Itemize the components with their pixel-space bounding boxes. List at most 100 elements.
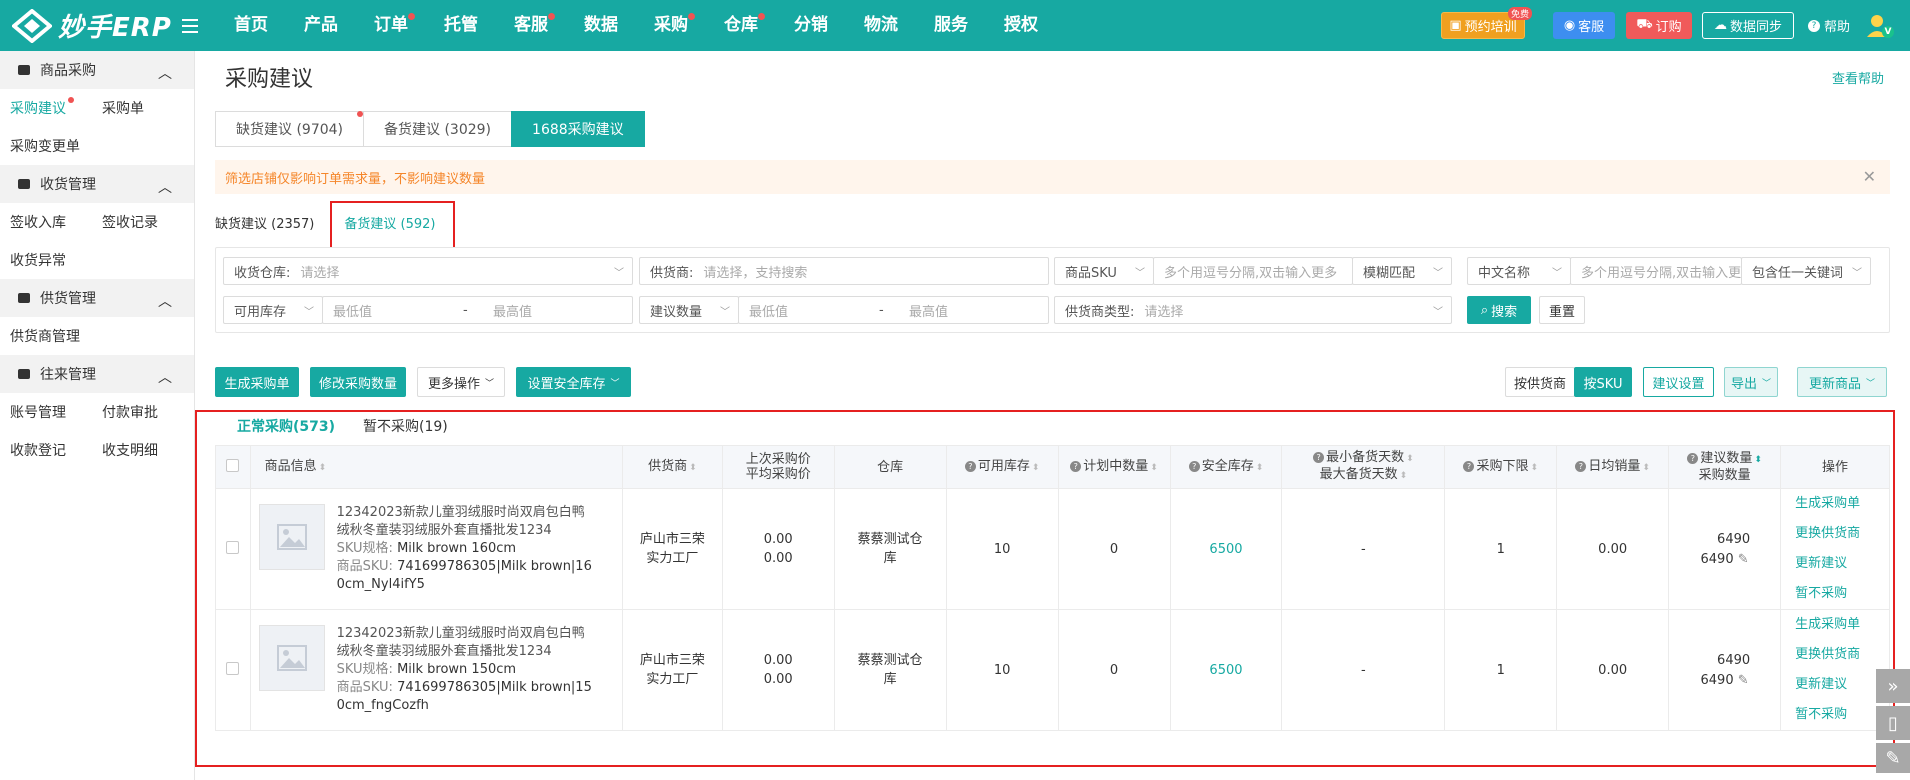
stock-type-select[interactable]: 可用库存 ﹀ <box>223 296 323 324</box>
sidebar-group[interactable]: 商品采购 ︿ <box>0 51 194 89</box>
nav-item[interactable]: 分销 <box>776 0 846 51</box>
subtab-shortage[interactable]: 缺货建议 (2357) <box>215 213 314 232</box>
sidebar-item[interactable]: 签收入库 <box>0 212 92 232</box>
reset-button[interactable]: 重置 <box>1539 296 1585 324</box>
col-planned[interactable]: ? 计划中数量 ⬍ <box>1057 445 1171 489</box>
row-checkbox[interactable] <box>226 661 240 675</box>
edit-icon[interactable]: ✎ <box>1738 673 1749 688</box>
sync-button[interactable]: ☁ 数据同步 <box>1702 12 1794 39</box>
product-title[interactable]: 12342023新款儿童羽绒服时尚双肩包白鸭绒秋冬童装羽绒服外套直播批发1234 <box>337 504 597 540</box>
select-all-checkbox[interactable] <box>226 458 240 472</box>
supplier-select[interactable]: 供货商: 请选择，支持搜索 <box>639 257 1049 285</box>
product-image[interactable] <box>258 504 325 570</box>
group-by-sku-button[interactable]: 按SKU <box>1574 367 1632 397</box>
sku-input[interactable]: 多个用逗号分隔,双击输入更多 <box>1153 257 1353 285</box>
expand-icon[interactable]: » <box>1876 669 1910 703</box>
nav-item[interactable]: 授权 <box>986 0 1056 51</box>
sidebar-item[interactable]: 收货异常 <box>0 250 92 270</box>
op-link[interactable]: 暂不采购 <box>1795 700 1889 730</box>
safety-stock-link[interactable]: 6500 <box>1209 542 1242 557</box>
sidebar-item[interactable]: 收支明细 <box>92 440 184 460</box>
nav-item[interactable]: 采购 <box>636 0 706 51</box>
nav-item[interactable]: 订单 <box>356 0 426 51</box>
sidebar-item[interactable]: 采购建议 <box>0 97 92 118</box>
col-qty[interactable]: ? 建议数量 ⬍ 采购数量 <box>1668 445 1782 489</box>
training-button[interactable]: ▣ 预约培训 免费 <box>1441 7 1532 39</box>
sku-type-select[interactable]: 商品SKU ﹀ <box>1054 257 1154 285</box>
create-po-button[interactable]: 生成采购单 <box>215 367 299 397</box>
nav-item[interactable]: 托管 <box>426 0 496 51</box>
tab-1688[interactable]: 1688采购建议 <box>511 111 645 147</box>
mobile-icon[interactable]: ▯ <box>1876 706 1910 740</box>
nav-item[interactable]: 客服 <box>496 0 566 51</box>
row-checkbox[interactable] <box>226 540 240 554</box>
sidebar-item[interactable]: 账号管理 <box>0 402 92 422</box>
col-daily[interactable]: ? 日均销量 ⬍ <box>1556 445 1670 489</box>
tab-normal-purchase[interactable]: 正常采购(573) <box>223 416 350 447</box>
sidebar-group[interactable]: 供货管理 ︿ <box>0 279 194 317</box>
qty-range-input[interactable]: 最低值 - 最高值 <box>738 296 1049 324</box>
nav-item[interactable]: 服务 <box>916 0 986 51</box>
sidebar-item[interactable]: 付款审批 <box>92 402 184 422</box>
help-link[interactable]: ? 帮助 <box>1808 16 1850 35</box>
product-title[interactable]: 12342023新款儿童羽绒服时尚双肩包白鸭绒秋冬童装羽绒服外套直播批发1234 <box>337 625 597 661</box>
sidebar-item[interactable]: 采购单 <box>92 98 184 118</box>
product-image[interactable] <box>258 625 325 691</box>
stock-range-input[interactable]: 最低值 - 最高值 <box>322 296 633 324</box>
col-days[interactable]: ? 最小备货天数 ⬍ 最大备货天数 ⬍ <box>1281 445 1446 489</box>
more-actions-button[interactable]: 更多操作 ﹀ <box>417 367 505 397</box>
search-button[interactable]: ⌕ 搜索 <box>1467 296 1531 324</box>
op-link[interactable]: 生成采购单 <box>1795 610 1889 640</box>
update-products-button[interactable]: 更新商品 ﹀ <box>1797 367 1887 397</box>
op-link[interactable]: 更新建议 <box>1795 549 1889 579</box>
sidebar-group[interactable]: 往来管理 ︿ <box>0 355 194 393</box>
qty-type-select[interactable]: 建议数量 ﹀ <box>639 296 739 324</box>
col-product[interactable]: 商品信息 ⬍ <box>249 445 624 489</box>
group-by-supplier-button[interactable]: 按供货商 <box>1505 367 1575 397</box>
avatar[interactable]: V <box>1866 12 1894 38</box>
service-button[interactable]: ◉ 客服 <box>1553 12 1615 39</box>
nav-item[interactable]: 产品 <box>286 0 356 51</box>
sidebar-group[interactable]: 收货管理 ︿ <box>0 165 194 203</box>
op-link[interactable]: 暂不采购 <box>1795 579 1889 609</box>
op-link[interactable]: 生成采购单 <box>1795 489 1889 519</box>
tab-no-purchase[interactable]: 暂不采购(19) <box>349 416 462 447</box>
close-icon[interactable]: ✕ <box>1863 167 1876 186</box>
brand-logo[interactable]: 妙手ERP <box>0 7 178 44</box>
col-lower[interactable]: ? 采购下限 ⬍ <box>1444 445 1558 489</box>
edit-icon[interactable]: ✎ <box>1738 552 1749 567</box>
col-safety[interactable]: ? 安全库存 ⬍ <box>1169 445 1283 489</box>
op-link[interactable]: 更换供货商 <box>1795 519 1889 549</box>
view-help-link[interactable]: 查看帮助 <box>1832 68 1884 87</box>
purchase-qty[interactable]: 6490 <box>1701 552 1734 567</box>
nav-item[interactable]: 仓库 <box>706 0 776 51</box>
nav-item[interactable]: 数据 <box>566 0 636 51</box>
feedback-icon[interactable]: ✎ <box>1876 743 1910 773</box>
col-available[interactable]: ? 可用库存 ⬍ <box>945 445 1059 489</box>
supplier-type-select[interactable]: 供货商类型: 请选择 ﹀ <box>1054 296 1452 324</box>
tab-stocking[interactable]: 备货建议 (3029) <box>363 111 513 147</box>
menu-toggle-icon[interactable] <box>182 18 198 33</box>
tab-shortage[interactable]: 缺货建议 (9704) <box>215 111 365 147</box>
safety-stock-link[interactable]: 6500 <box>1209 663 1242 678</box>
op-link[interactable]: 更换供货商 <box>1795 640 1889 670</box>
nav-item[interactable]: 物流 <box>846 0 916 51</box>
sidebar-item[interactable]: 供货商管理 <box>0 326 92 346</box>
match-select[interactable]: 模糊匹配 ﹀ <box>1352 257 1452 285</box>
sidebar-item[interactable]: 签收记录 <box>92 212 184 232</box>
safety-stock-button[interactable]: 设置安全库存 ﹀ <box>516 367 631 397</box>
sidebar-item[interactable]: 采购变更单 <box>0 136 92 156</box>
suggest-settings-button[interactable]: 建议设置 <box>1643 367 1714 397</box>
keyword-match-select[interactable]: 包含任一关键词 ﹀ <box>1741 257 1871 285</box>
name-type-select[interactable]: 中文名称 ﹀ <box>1467 257 1571 285</box>
name-input[interactable]: 多个用逗号分隔,双击输入更多 <box>1570 257 1742 285</box>
op-link[interactable]: 更新建议 <box>1795 670 1889 700</box>
order-button[interactable]: ⛟ 订购 <box>1626 12 1692 39</box>
warehouse-select[interactable]: 收货仓库: 请选择 ﹀ <box>223 257 633 285</box>
col-supplier[interactable]: 供货商 ⬍ <box>622 445 723 489</box>
purchase-qty[interactable]: 6490 <box>1701 673 1734 688</box>
modify-qty-button[interactable]: 修改采购数量 <box>310 367 406 397</box>
nav-item[interactable]: 首页 <box>216 0 286 51</box>
export-button[interactable]: 导出 ﹀ <box>1724 367 1778 397</box>
sidebar-item[interactable]: 收款登记 <box>0 440 92 460</box>
